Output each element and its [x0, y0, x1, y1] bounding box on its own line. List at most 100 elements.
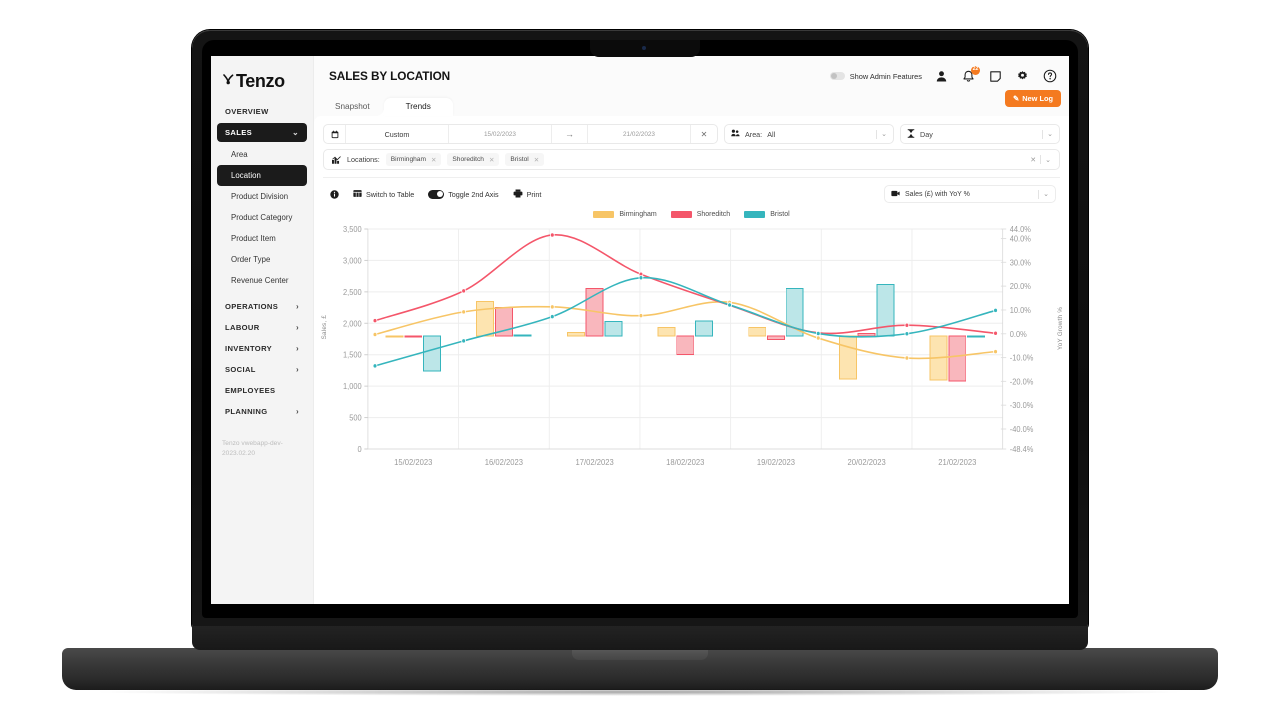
toggle-switch[interactable]: [428, 189, 445, 199]
sidebar-item-revenue-center[interactable]: Revenue Center: [217, 270, 307, 291]
clear-date-range-icon[interactable]: ✕: [691, 125, 717, 143]
chevron-down-icon: ⌄: [291, 128, 299, 137]
svg-text:18/02/2023: 18/02/2023: [666, 458, 705, 468]
date-range-arrow-icon: →: [552, 125, 588, 143]
toggle-2nd-axis-button[interactable]: Toggle 2nd Axis: [428, 189, 499, 199]
sidebar-item-order-type[interactable]: Order Type: [217, 249, 307, 270]
printer-icon: [513, 188, 523, 200]
chip-remove-icon[interactable]: ✕: [489, 156, 494, 164]
sidebar-item-label: Revenue Center: [231, 276, 289, 285]
hourglass-icon: [907, 128, 915, 140]
clear-locations-icon[interactable]: ✕: [1030, 156, 1036, 164]
sidebar-item-label: Order Type: [231, 255, 271, 264]
sidebar-item-label: Area: [231, 150, 248, 159]
chevron-right-icon: ›: [295, 323, 299, 332]
svg-text:16/02/2023: 16/02/2023: [485, 458, 524, 468]
location-chip-shoreditch[interactable]: Shoreditch ✕: [447, 153, 500, 166]
new-log-button[interactable]: ✎ New Log: [1005, 90, 1061, 107]
laptop-hinge: [192, 626, 1088, 650]
brand-logo[interactable]: Tenzo: [211, 64, 313, 96]
date-range-filter[interactable]: Custom 15/02/2023 → 21/02/2023 ✕: [323, 124, 718, 144]
sidebar-item-label: INVENTORY: [225, 344, 273, 353]
svg-text:-10.0%: -10.0%: [1010, 353, 1034, 363]
tab-bar: Snapshot Trends ✎ New Log: [314, 90, 1069, 116]
tab-snapshot[interactable]: Snapshot: [321, 98, 384, 116]
locations-icon: [332, 151, 341, 169]
note-icon[interactable]: [988, 69, 1003, 84]
sidebar-item-label: Location: [231, 171, 261, 180]
svg-text:0.0%: 0.0%: [1010, 329, 1027, 339]
toggle-switch[interactable]: [829, 72, 845, 80]
sidebar-item-inventory[interactable]: INVENTORY ›: [217, 339, 307, 358]
sidebar-item-product-category[interactable]: Product Category: [217, 207, 307, 228]
sidebar-item-product-division[interactable]: Product Division: [217, 186, 307, 207]
svg-text:10.0%: 10.0%: [1010, 306, 1031, 316]
date-preset[interactable]: Custom: [346, 125, 449, 143]
legend-item-birmingham[interactable]: Birmingham: [593, 210, 657, 218]
svg-text:20/02/2023: 20/02/2023: [848, 458, 887, 468]
help-icon[interactable]: [1042, 69, 1057, 84]
sidebar-item-operations[interactable]: OPERATIONS ›: [217, 297, 307, 316]
table-icon: [353, 189, 362, 200]
chevron-down-icon: ⌄: [1047, 131, 1053, 138]
sidebar-item-label: OPERATIONS: [225, 302, 279, 311]
app-window: Tenzo OVERVIEW SALES ⌄ Area Location Pro…: [211, 56, 1069, 604]
chip-remove-icon[interactable]: ✕: [534, 156, 539, 164]
tenzo-logo-icon: [222, 73, 235, 89]
location-chip-bristol[interactable]: Bristol ✕: [505, 153, 545, 166]
end-date-input[interactable]: 21/02/2023: [588, 125, 691, 143]
build-version: Tenzo vwebapp-dev-2023.02.20: [222, 440, 283, 458]
svg-text:-20.0%: -20.0%: [1010, 377, 1034, 387]
topbar: SALES BY LOCATION Show Admin Features 22: [314, 56, 1069, 96]
locations-filter[interactable]: Locations: Birmingham ✕ Shoreditch ✕ Bri…: [323, 149, 1060, 170]
print-button[interactable]: Print: [513, 188, 541, 200]
svg-text:3,500: 3,500: [343, 225, 362, 235]
user-icon[interactable]: [934, 69, 949, 84]
granularity-filter[interactable]: Day ⌄: [900, 124, 1060, 144]
granularity-caret[interactable]: ⌄: [1042, 129, 1053, 139]
sidebar-item-employees[interactable]: EMPLOYEES: [217, 381, 307, 400]
chart-toolbar: Switch to Table Toggle 2nd Axis Print Sa…: [323, 178, 1060, 207]
metric-selector[interactable]: Sales (£) with YoY % ⌄: [884, 185, 1056, 203]
sidebar-item-overview[interactable]: OVERVIEW: [217, 102, 307, 121]
locations-controls[interactable]: ✕ ⌄: [1030, 155, 1051, 164]
chart-info-button[interactable]: [330, 189, 339, 199]
sidebar-item-sales[interactable]: SALES ⌄: [217, 123, 307, 142]
granularity-value: Day: [920, 129, 933, 139]
area-filter-caret[interactable]: ⌄: [876, 129, 887, 139]
svg-text:1,500: 1,500: [343, 350, 362, 360]
sidebar-item-social[interactable]: SOCIAL ›: [217, 360, 307, 379]
sidebar-item-labour[interactable]: LABOUR ›: [217, 318, 307, 337]
svg-text:44.0%: 44.0%: [1010, 225, 1031, 235]
show-admin-features-toggle[interactable]: Show Admin Features: [829, 72, 922, 81]
area-filter[interactable]: Area: All ⌄: [724, 124, 894, 144]
area-filter-label: Area:: [745, 129, 763, 139]
legend-item-shoreditch[interactable]: Shoreditch: [670, 210, 730, 218]
bell-icon[interactable]: 22: [961, 65, 980, 84]
sidebar-item-area[interactable]: Area: [217, 144, 307, 165]
chip-remove-icon[interactable]: ✕: [431, 156, 436, 164]
switch-to-table-button[interactable]: Switch to Table: [353, 189, 414, 200]
sidebar-item-label: Product Item: [231, 234, 276, 243]
legend-item-bristol[interactable]: Bristol: [744, 210, 790, 218]
location-chip-birmingham[interactable]: Birmingham ✕: [385, 153, 442, 166]
page-title: SALES BY LOCATION: [329, 69, 451, 83]
sidebar-item-planning[interactable]: PLANNING ›: [217, 402, 307, 421]
start-date-input[interactable]: 15/02/2023: [449, 125, 552, 143]
topbar-actions: Show Admin Features 22: [829, 65, 1057, 84]
sidebar-item-product-item[interactable]: Product Item: [217, 228, 307, 249]
tab-trends[interactable]: Trends: [383, 98, 453, 116]
toggle-2nd-axis-label: Toggle 2nd Axis: [448, 189, 499, 199]
notification-badge: 22: [971, 65, 980, 75]
sidebar-item-location[interactable]: Location: [217, 165, 307, 186]
metric-label: Sales (£) with YoY %: [905, 190, 970, 198]
chevron-down-icon: ⌄: [881, 131, 887, 138]
gear-icon[interactable]: [1015, 69, 1030, 84]
legend-swatch: [593, 210, 615, 218]
filter-bar: Custom 15/02/2023 → 21/02/2023 ✕ Area: A…: [323, 124, 1060, 144]
legend-label: Bristol: [770, 210, 790, 218]
metric-caret[interactable]: ⌄: [1038, 189, 1049, 199]
sidebar-item-label: EMPLOYEES: [225, 386, 276, 395]
switch-to-table-label: Switch to Table: [366, 189, 415, 199]
svg-text:17/02/2023: 17/02/2023: [575, 458, 614, 468]
